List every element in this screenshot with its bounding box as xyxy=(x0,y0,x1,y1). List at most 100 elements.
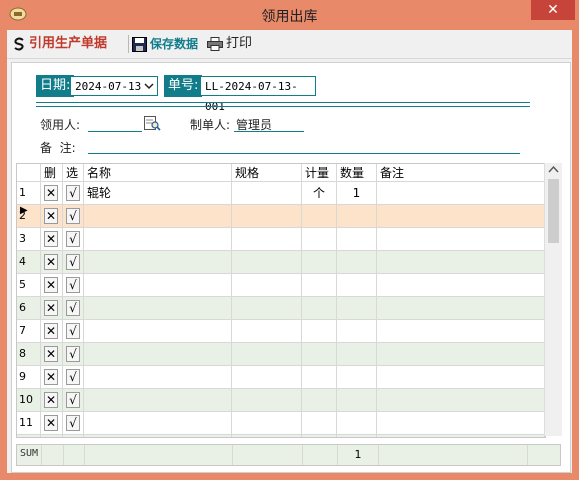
select-row-checkbox[interactable]: √ xyxy=(66,369,80,385)
grid-cell-sel[interactable]: √ xyxy=(63,228,84,251)
table-row[interactable]: 1 ✕ √ 辊轮个 1 xyxy=(17,182,545,205)
grid-cell-spec[interactable] xyxy=(232,228,302,251)
delete-row-button[interactable]: ✕ xyxy=(44,185,58,201)
grid-cell-unit[interactable] xyxy=(302,320,337,343)
delete-row-button[interactable]: ✕ xyxy=(44,254,58,270)
grid-cell-name[interactable] xyxy=(84,228,232,251)
grid-cell-remark[interactable] xyxy=(377,320,545,343)
grid-cell-unit[interactable] xyxy=(302,274,337,297)
grid-cell-name[interactable]: 辊轮 xyxy=(84,182,232,205)
grid-cell-remark[interactable] xyxy=(377,389,545,412)
grid-cell-name[interactable] xyxy=(84,366,232,389)
col-header-unit[interactable]: 计量 xyxy=(302,164,337,182)
grid-cell-qty[interactable] xyxy=(337,228,377,251)
grid-cell-spec[interactable] xyxy=(232,297,302,320)
table-row[interactable]: 10 ✕ √ xyxy=(17,389,545,412)
grid-cell-unit[interactable] xyxy=(302,297,337,320)
grid-cell-sel[interactable]: √ xyxy=(63,320,84,343)
chevron-down-icon[interactable] xyxy=(143,80,155,92)
grid-cell-qty[interactable] xyxy=(337,389,377,412)
delete-row-button[interactable]: ✕ xyxy=(44,392,58,408)
grid-cell-unit[interactable] xyxy=(302,366,337,389)
select-row-checkbox[interactable]: √ xyxy=(66,277,80,293)
table-row[interactable]: 4 ✕ √ xyxy=(17,251,545,274)
grid-cell-unit[interactable] xyxy=(302,228,337,251)
grid-cell-del[interactable]: ✕ xyxy=(41,412,63,435)
delete-row-button[interactable]: ✕ xyxy=(44,208,58,224)
lookup-search-icon[interactable] xyxy=(144,116,161,131)
grid-cell-name[interactable] xyxy=(84,343,232,366)
grid-cell-qty[interactable] xyxy=(337,205,377,228)
grid-cell-del[interactable]: ✕ xyxy=(41,274,63,297)
grid-cell-unit[interactable]: 个 xyxy=(302,182,337,205)
grid-cell-spec[interactable] xyxy=(232,435,302,437)
col-header-spec[interactable]: 规格 xyxy=(232,164,302,182)
grid-cell-name[interactable] xyxy=(84,435,232,437)
grid-cell-qty[interactable] xyxy=(337,435,377,437)
grid-cell-name[interactable] xyxy=(84,389,232,412)
delete-row-button[interactable]: ✕ xyxy=(44,231,58,247)
grid-cell-del[interactable]: ✕ xyxy=(41,251,63,274)
delete-row-button[interactable]: ✕ xyxy=(44,415,58,431)
grid-cell-del[interactable]: ✕ xyxy=(41,228,63,251)
delete-row-button[interactable]: ✕ xyxy=(44,369,58,385)
grid-cell-del[interactable]: ✕ xyxy=(41,343,63,366)
grid-cell-spec[interactable] xyxy=(232,205,302,228)
grid-cell-sel[interactable]: √ xyxy=(63,251,84,274)
table-row[interactable]: 12✕√ xyxy=(17,435,545,437)
vertical-scrollbar[interactable] xyxy=(544,163,562,436)
grid-cell-name[interactable] xyxy=(84,205,232,228)
grid-cell-unit[interactable] xyxy=(302,412,337,435)
grid-cell-spec[interactable] xyxy=(232,389,302,412)
grid-cell-sel[interactable]: √ xyxy=(63,274,84,297)
table-row[interactable]: 9 ✕ √ xyxy=(17,366,545,389)
grid-cell-qty[interactable] xyxy=(337,343,377,366)
grid-cell-remark[interactable] xyxy=(377,251,545,274)
grid-cell-del[interactable]: ✕ xyxy=(41,320,63,343)
grid-cell-spec[interactable] xyxy=(232,343,302,366)
col-header-select[interactable]: 选 xyxy=(63,164,84,182)
grid-cell-spec[interactable] xyxy=(232,182,302,205)
close-button[interactable]: ✕ xyxy=(531,0,575,20)
col-header-delete[interactable]: 删 xyxy=(41,164,63,182)
select-row-checkbox[interactable]: √ xyxy=(66,208,80,224)
import-production-docs-button[interactable]: 引用生产单据 xyxy=(12,35,107,53)
col-header-name[interactable]: 名称 xyxy=(84,164,232,182)
grid-cell-sel[interactable]: √ xyxy=(63,297,84,320)
table-row[interactable]: 8 ✕ √ xyxy=(17,343,545,366)
doc-number-field[interactable]: LL-2024-07-13-001 xyxy=(200,76,316,113)
table-row[interactable]: 3 ✕ √ xyxy=(17,228,545,251)
save-button[interactable]: 保存数据 xyxy=(132,35,198,53)
select-row-checkbox[interactable]: √ xyxy=(66,346,80,362)
grid-cell-del[interactable]: ✕ xyxy=(41,182,63,205)
grid-cell-unit[interactable] xyxy=(302,435,337,437)
grid-cell-remark[interactable] xyxy=(377,182,545,205)
col-header-remark[interactable]: 备注 xyxy=(377,164,545,182)
grid-cell-qty[interactable] xyxy=(337,251,377,274)
grid-cell-spec[interactable] xyxy=(232,366,302,389)
grid-cell-unit[interactable] xyxy=(302,251,337,274)
grid-cell-remark[interactable] xyxy=(377,366,545,389)
grid-cell-qty[interactable] xyxy=(337,320,377,343)
table-row[interactable]: 5 ✕ √ xyxy=(17,274,545,297)
grid-cell-qty[interactable] xyxy=(337,297,377,320)
print-button[interactable]: 打印 xyxy=(207,35,252,53)
grid-cell-remark[interactable] xyxy=(377,435,545,437)
grid-cell-sel[interactable]: √ xyxy=(63,205,84,228)
grid-cell-del[interactable]: ✕ xyxy=(41,389,63,412)
grid-cell-sel[interactable]: √ xyxy=(63,435,84,437)
delete-row-button[interactable]: ✕ xyxy=(44,277,58,293)
date-picker[interactable]: 2024-07-13 xyxy=(70,76,158,96)
grid-cell-remark[interactable] xyxy=(377,412,545,435)
grid-cell-qty[interactable] xyxy=(337,412,377,435)
grid-cell-name[interactable] xyxy=(84,251,232,274)
grid-cell-spec[interactable] xyxy=(232,320,302,343)
select-row-checkbox[interactable]: √ xyxy=(66,254,80,270)
grid-cell-unit[interactable] xyxy=(302,205,337,228)
grid-cell-spec[interactable] xyxy=(232,412,302,435)
select-row-checkbox[interactable]: √ xyxy=(66,323,80,339)
grid-cell-spec[interactable] xyxy=(232,251,302,274)
grid-cell-qty[interactable] xyxy=(337,274,377,297)
select-row-checkbox[interactable]: √ xyxy=(66,185,80,201)
grid-cell-name[interactable] xyxy=(84,297,232,320)
